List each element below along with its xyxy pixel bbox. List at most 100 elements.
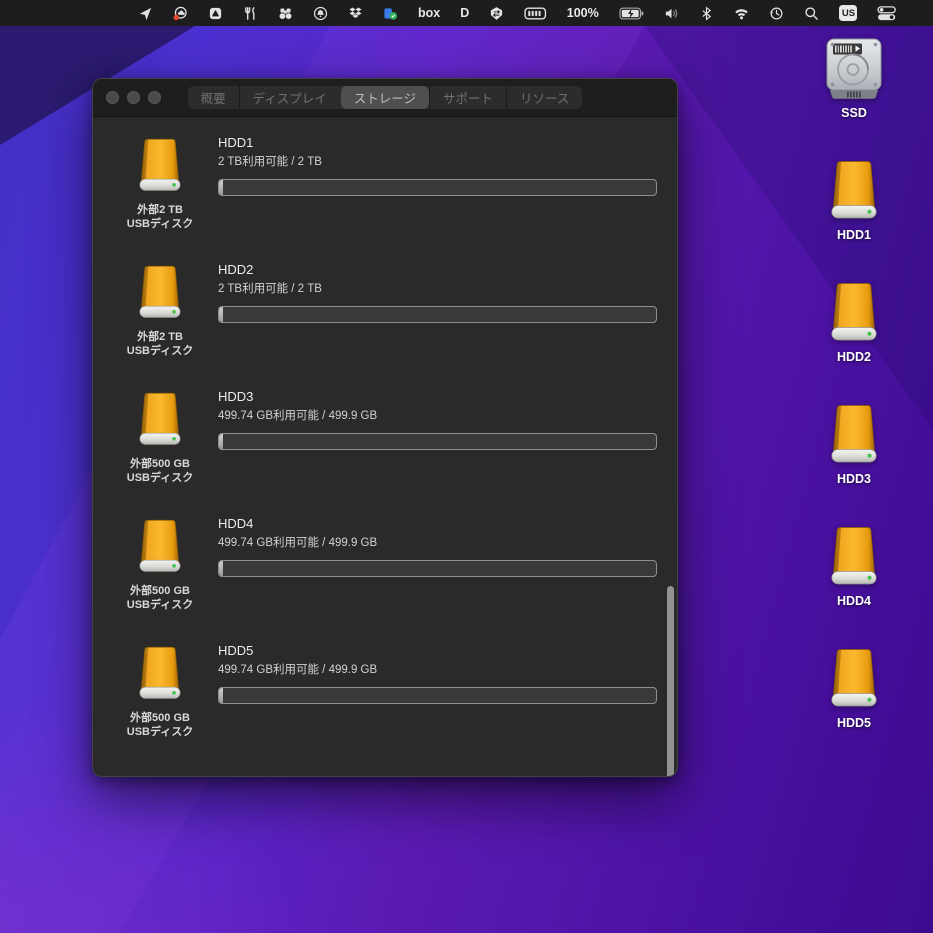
drive-row: 外部2 TB USBディスク HDD1 2 TB利用可能 / 2 TB (114, 135, 657, 231)
drive-bus-label: USBディスク (127, 725, 193, 739)
deepl-icon[interactable]: D (460, 3, 469, 23)
drive-usage-fill (219, 688, 223, 703)
tab-support[interactable]: サポート (429, 86, 506, 109)
drive-usage-text: 2 TB利用可能 / 2 TB (218, 282, 657, 296)
desktop-icon-label: HDD1 (837, 228, 871, 242)
creative-cloud-icon[interactable] (173, 3, 188, 23)
external-drive-icon (131, 645, 189, 703)
drive-name: HDD4 (218, 516, 657, 532)
drive-icon-column: 外部500 GB USBディスク (114, 389, 206, 485)
dropbox-icon[interactable] (348, 3, 363, 23)
box-wordmark[interactable]: box (418, 3, 440, 23)
desktop-icon-column: SSD HDD1 HDD2 HDD3 HDD4 HDD5 (805, 36, 903, 768)
drive-info: HDD4 499.74 GB利用可能 / 499.9 GB (218, 516, 657, 612)
drive-row: 外部500 GB USBディスク HDD5 499.74 GB利用可能 / 49… (114, 643, 657, 739)
location-icon[interactable] (138, 3, 153, 23)
external-drive-icon (131, 518, 189, 576)
drive-info: HDD1 2 TB利用可能 / 2 TB (218, 135, 657, 231)
drive-side-label: 外部500 GB USBディスク (127, 711, 193, 739)
drive-side-label: 外部500 GB USBディスク (127, 457, 193, 485)
triangle-app-icon[interactable] (208, 3, 223, 23)
drive-bus-label: USBディスク (127, 217, 193, 231)
bluetooth-icon[interactable] (699, 3, 714, 23)
drive-usage-text: 2 TB利用可能 / 2 TB (218, 155, 657, 169)
drive-usage-fill (219, 434, 223, 449)
drive-usage-text: 499.74 GB利用可能 / 499.9 GB (218, 536, 657, 550)
translate-icon[interactable] (489, 3, 504, 23)
close-button[interactable] (106, 91, 119, 104)
hdd-drive-icon (822, 646, 886, 712)
window-titlebar[interactable]: 概要ディスプレイストレージサポートリソース (93, 79, 677, 117)
drive-usage-bar (218, 560, 657, 577)
drive-row: 外部500 GB USBディスク HDD3 499.74 GB利用可能 / 49… (114, 389, 657, 485)
spotlight-icon[interactable] (804, 3, 819, 23)
system-info-window: 概要ディスプレイストレージサポートリソース 外部2 TB USBディスク HDD… (92, 78, 678, 777)
drive-usage-bar (218, 179, 657, 196)
drive-bus-label: USBディスク (127, 471, 193, 485)
desktop-icon-label: HDD3 (837, 472, 871, 486)
drive-usage-fill (219, 561, 223, 576)
drive-info: HDD3 499.74 GB利用可能 / 499.9 GB (218, 389, 657, 485)
drive-icon-column: 外部2 TB USBディスク (114, 135, 206, 231)
binoculars-icon[interactable] (278, 3, 293, 23)
desktop-icon-hdd5[interactable]: HDD5 (822, 646, 886, 730)
input-source-badge[interactable]: US (839, 5, 857, 21)
drive-icon-column: 外部500 GB USBディスク (114, 516, 206, 612)
desktop-icon-hdd3[interactable]: HDD3 (822, 402, 886, 486)
control-center-icon[interactable] (877, 3, 896, 23)
drive-side-label: 外部2 TB USBディスク (127, 330, 193, 358)
drive-icon-column: 外部500 GB USBディスク (114, 643, 206, 739)
utensils-icon[interactable] (243, 3, 258, 23)
drive-bus-label: USBディスク (127, 598, 193, 612)
battery-percent-label[interactable]: 100% (567, 3, 599, 23)
drive-name: HDD3 (218, 389, 657, 405)
hdd-drive-icon (822, 280, 886, 346)
desktop-icon-hdd1[interactable]: HDD1 (822, 158, 886, 242)
menu-bar: box D 100% US (0, 0, 933, 26)
drive-row: 外部500 GB USBディスク HDD4 499.74 GB利用可能 / 49… (114, 516, 657, 612)
hdd-drive-icon (822, 402, 886, 468)
drive-usage-text: 499.74 GB利用可能 / 499.9 GB (218, 409, 657, 423)
desktop-icon-hdd2[interactable]: HDD2 (822, 280, 886, 364)
desktop-icon-hdd4[interactable]: HDD4 (822, 524, 886, 608)
drive-name: HDD2 (218, 262, 657, 278)
desktop-icon-label: HDD2 (837, 350, 871, 364)
tab-storage[interactable]: ストレージ (340, 86, 429, 109)
tab-overview[interactable]: 概要 (188, 86, 239, 109)
drive-kind-label: 外部500 GB (127, 711, 193, 725)
wifi-icon[interactable] (734, 3, 749, 23)
keyboard-battery-icon[interactable] (524, 3, 547, 23)
drive-side-label: 外部2 TB USBディスク (127, 203, 193, 231)
drive-usage-fill (219, 180, 223, 195)
tab-bar: 概要ディスプレイストレージサポートリソース (188, 86, 583, 109)
drive-row: 外部2 TB USBディスク HDD2 2 TB利用可能 / 2 TB (114, 262, 657, 358)
desktop-icon-ssd[interactable]: SSD (822, 36, 886, 120)
desktop-icon-label: SSD (841, 106, 867, 120)
circle-bell-icon[interactable] (313, 3, 328, 23)
desktop-icon-label: HDD5 (837, 716, 871, 730)
time-machine-icon[interactable] (769, 3, 784, 23)
scrollbar-thumb[interactable] (667, 586, 674, 777)
ssd-drive-icon (822, 36, 886, 102)
drive-side-label: 外部500 GB USBディスク (127, 584, 193, 612)
tab-displays[interactable]: ディスプレイ (239, 86, 340, 109)
drive-info: HDD2 2 TB利用可能 / 2 TB (218, 262, 657, 358)
zoom-button[interactable] (148, 91, 161, 104)
dual-badge-icon[interactable] (383, 3, 398, 23)
external-drive-icon (131, 137, 189, 195)
storage-list: 外部2 TB USBディスク HDD1 2 TB利用可能 / 2 TB 外部2 … (93, 117, 677, 777)
hdd-drive-icon (822, 524, 886, 590)
battery-charging-icon[interactable] (619, 3, 645, 23)
drive-icon-column: 外部2 TB USBディスク (114, 262, 206, 358)
tab-resources[interactable]: リソース (506, 86, 582, 109)
hdd-drive-icon (822, 158, 886, 224)
desktop-icon-label: HDD4 (837, 594, 871, 608)
volume-icon[interactable] (664, 3, 679, 23)
drive-info: HDD5 499.74 GB利用可能 / 499.9 GB (218, 643, 657, 739)
drive-kind-label: 外部500 GB (127, 457, 193, 471)
drive-bus-label: USBディスク (127, 344, 193, 358)
minimize-button[interactable] (127, 91, 140, 104)
drive-usage-text: 499.74 GB利用可能 / 499.9 GB (218, 663, 657, 677)
drive-name: HDD5 (218, 643, 657, 659)
external-drive-icon (131, 391, 189, 449)
